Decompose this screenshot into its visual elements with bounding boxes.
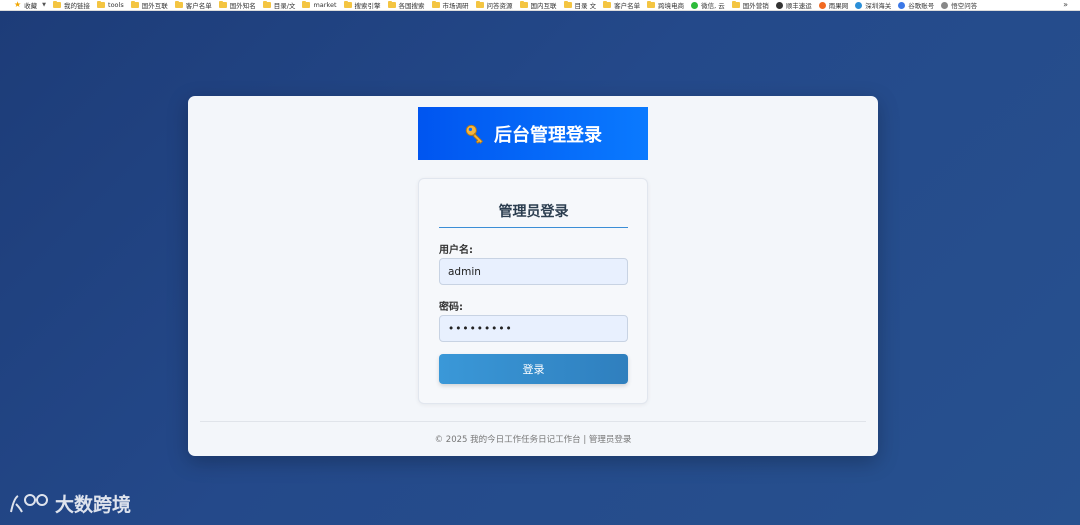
bookmark-label: 国外营销 (742, 2, 769, 10)
folder-icon (97, 1, 106, 8)
star-icon: ★ (14, 0, 22, 9)
bookmark-label: 顺丰速运 (785, 2, 812, 10)
bookmark-item[interactable]: 各国搜索 (387, 0, 425, 10)
bookmark-label: 目录/文 (273, 2, 296, 10)
dashu-logo-icon (10, 493, 48, 512)
folder-icon (519, 1, 528, 8)
bookmark-label: 深圳海关 (865, 2, 892, 10)
bookmark-label: tools (108, 1, 124, 9)
bookmarks-bar: ★ 收藏 ▼ 我的链接 tools 国外互联 客户名单 国外知名 目录/文 market 搜索引擎 各… (0, 0, 1080, 11)
wechat-icon (691, 1, 699, 9)
google-icon (898, 1, 906, 9)
bookmark-label: 悟空问答 (951, 2, 978, 10)
bookmark-item[interactable]: 雨果网 (818, 0, 849, 10)
bookmark-item[interactable]: 目录 文 (563, 0, 597, 10)
sf-icon (775, 1, 783, 9)
folder-icon (302, 1, 311, 8)
bookmark-label: 问答资源 (486, 2, 513, 10)
cifnews-icon (818, 1, 826, 9)
bookmark-label: 微信, 云 (701, 2, 725, 10)
form-title: 管理员登录 (439, 201, 628, 228)
footer-divider (200, 421, 866, 422)
password-label: 密码: (439, 302, 463, 313)
bookmark-label: 客户名单 (614, 2, 641, 10)
bookmark-item[interactable]: 谷歌账号 (898, 0, 934, 10)
bookmark-item[interactable]: 深圳海关 (855, 0, 891, 10)
bookmark-item[interactable]: ★ 收藏 ▼ (14, 0, 46, 11)
bookmarks-more-button[interactable]: » (1063, 0, 1068, 10)
password-input[interactable]: ••••••••• (439, 315, 628, 342)
bookmark-item[interactable]: 跨境电商 (647, 0, 684, 10)
bookmark-label: 我的链接 (64, 2, 91, 10)
bookmark-item[interactable]: 问答资源 (475, 0, 513, 10)
customs-icon (855, 1, 863, 9)
bookmark-item[interactable]: 搜索引擎 (343, 0, 381, 10)
folder-icon (563, 1, 572, 8)
bookmark-item[interactable]: 国内互联 (519, 0, 557, 10)
wukong-icon (941, 1, 949, 9)
bookmark-label: 跨境电商 (658, 2, 685, 10)
folder-icon (731, 1, 740, 8)
folder-icon (475, 1, 484, 8)
bookmark-label: 国外知名 (229, 2, 256, 10)
folder-icon (130, 1, 139, 8)
bookmark-label: 国外互联 (141, 2, 168, 10)
bookmark-item[interactable]: 国外知名 (218, 0, 256, 10)
bookmark-label: market (313, 1, 337, 9)
watermark: 大数跨境 (8, 490, 131, 517)
bookmark-label: 各国搜索 (398, 2, 425, 10)
bookmark-label: 国内互联 (530, 2, 557, 10)
bookmark-item[interactable]: market (302, 1, 337, 9)
bookmark-item[interactable]: tools (97, 1, 124, 9)
bookmark-label: 雨果网 (828, 2, 849, 10)
login-card: 后台管理登录 管理员登录 用户名: admin 密码: ••••••••• 登录… (188, 96, 878, 456)
bookmark-item[interactable]: 客户名单 (174, 0, 212, 10)
folder-icon (53, 1, 62, 8)
chevron-down-icon[interactable]: ▼ (42, 2, 46, 8)
banner-title: 后台管理登录 (494, 124, 602, 146)
folder-icon (262, 1, 271, 8)
folder-icon (218, 1, 227, 8)
folder-icon (174, 1, 183, 8)
bookmark-label: 搜索引擎 (354, 2, 381, 10)
username-input[interactable]: admin (439, 258, 628, 285)
bookmark-item[interactable]: 客户名单 (603, 0, 640, 10)
bookmark-item[interactable]: 顺丰速运 (775, 0, 812, 10)
bookmark-item[interactable]: 国外互联 (130, 0, 168, 10)
login-form: 管理员登录 用户名: admin 密码: ••••••••• 登录 (418, 178, 648, 404)
folder-icon (343, 1, 352, 8)
bookmark-item[interactable]: 目录/文 (262, 0, 296, 10)
bookmark-item[interactable]: 我的链接 (53, 0, 90, 10)
username-label: 用户名: (439, 245, 473, 256)
folder-icon (387, 1, 396, 8)
key-icon (465, 124, 483, 144)
bookmark-item[interactable]: 市场调研 (431, 0, 469, 10)
bookmark-label: 收藏 (24, 2, 38, 10)
bookmark-label: 市场调研 (442, 2, 469, 10)
folder-icon (647, 1, 656, 8)
bookmark-label: 目录 文 (574, 2, 597, 10)
folder-icon (603, 1, 612, 8)
bookmark-item[interactable]: 国外营销 (731, 0, 769, 10)
footer-text: © 2025 我的今日工作任务日记工作台 | 管理员登录 (434, 435, 632, 445)
bookmark-item[interactable]: 微信, 云 (691, 0, 725, 10)
login-banner: 后台管理登录 (418, 107, 648, 160)
login-button[interactable]: 登录 (439, 354, 628, 384)
watermark-text: 大数跨境 (55, 494, 132, 516)
bookmark-item[interactable]: 悟空问答 (941, 0, 977, 10)
bookmark-label: 客户名单 (185, 2, 212, 10)
folder-icon (431, 1, 440, 8)
bookmark-label: 谷歌账号 (908, 2, 935, 10)
